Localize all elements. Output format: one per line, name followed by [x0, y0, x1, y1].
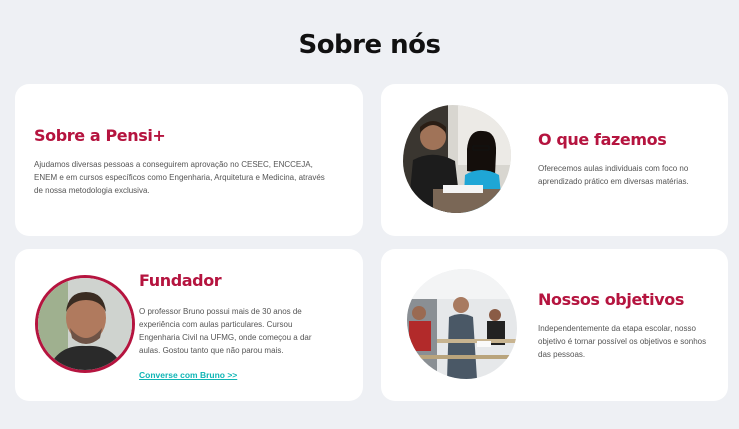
about-card: Sobre a Pensi+ Ajudamos diversas pessoas… — [15, 84, 363, 236]
founder-text: O professor Bruno possui mais de 30 anos… — [139, 307, 312, 355]
classroom-photo — [407, 269, 517, 379]
about-title: Sobre a Pensi+ — [34, 126, 166, 145]
students-photo — [403, 105, 511, 213]
goals-text: Independentemente da etapa escolar, noss… — [538, 324, 707, 359]
founder-card: Fundador O professor Bruno possui mais d… — [15, 249, 363, 401]
page-title: Sobre nós — [298, 30, 441, 60]
founder-photo — [35, 275, 135, 373]
founder-title: Fundador — [139, 271, 222, 290]
what-we-do-title: O que fazemos — [538, 130, 667, 149]
talk-to-bruno-link[interactable]: Converse com Bruno >> — [139, 370, 237, 380]
goals-card: Nossos objetivos Independentemente da et… — [381, 249, 728, 401]
what-we-do-text: Oferecemos aulas individuais com foco no… — [538, 164, 689, 186]
what-we-do-card: O que fazemos Oferecemos aulas individua… — [381, 84, 728, 236]
goals-title: Nossos objetivos — [538, 290, 684, 309]
about-text: Ajudamos diversas pessoas a conseguirem … — [34, 160, 325, 195]
